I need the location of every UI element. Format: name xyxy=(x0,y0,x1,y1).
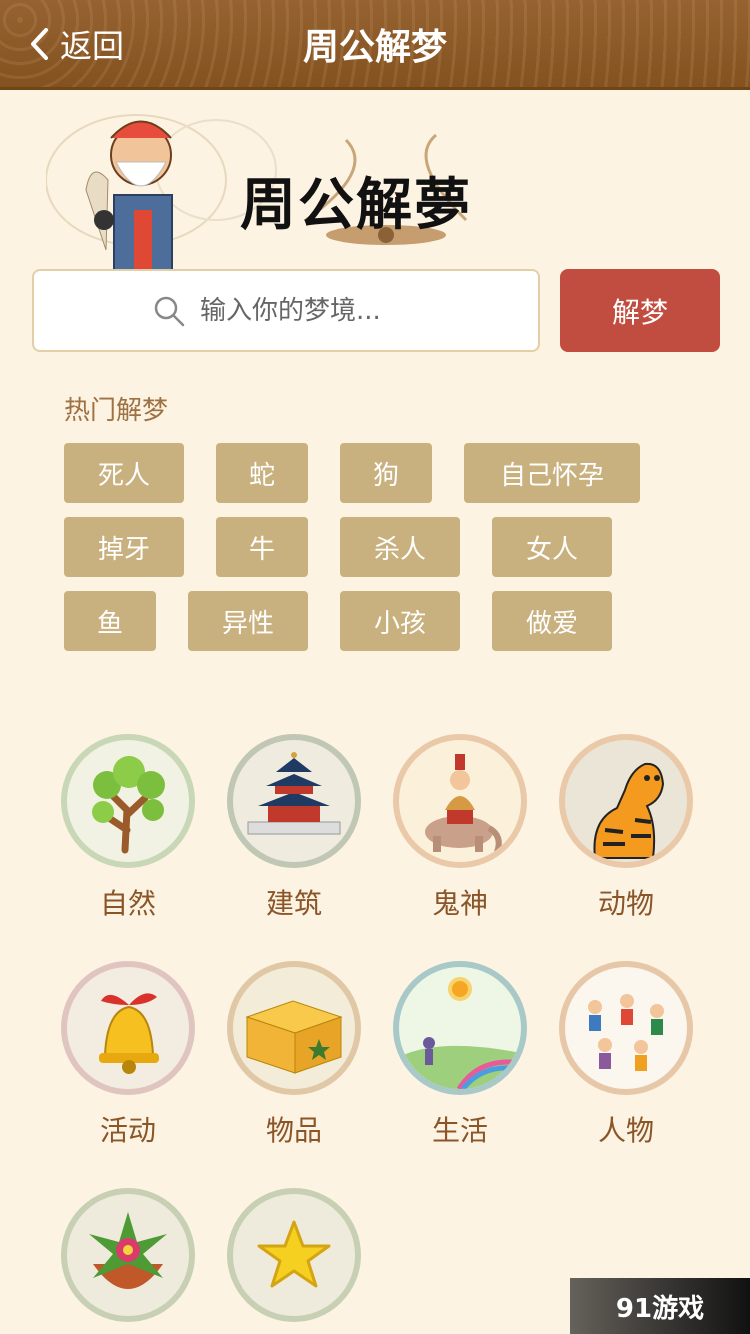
category-label: 人物 xyxy=(597,1114,654,1147)
category-deities[interactable]: 鬼神 xyxy=(393,734,527,934)
category-other[interactable] xyxy=(227,1188,361,1334)
category-people[interactable]: 人物 xyxy=(559,961,693,1161)
category-label: 生活 xyxy=(431,1114,488,1147)
tree-icon xyxy=(92,756,165,854)
hot-tag[interactable]: 异性 xyxy=(188,591,308,651)
watermark-logo: 91游戏 xyxy=(570,1278,750,1334)
back-button[interactable]: 返回 xyxy=(28,20,124,68)
nav-bar: 返回 周公解梦 xyxy=(0,0,750,90)
hot-tag[interactable]: 自己怀孕 xyxy=(464,443,640,503)
star-icon xyxy=(257,1220,331,1288)
people-icon xyxy=(588,994,664,1071)
hot-tag[interactable]: 蛇 xyxy=(216,443,308,503)
hot-tag[interactable]: 小孩 xyxy=(340,591,460,651)
category-label: 动物 xyxy=(597,887,654,920)
logo-text: 周公解夢 xyxy=(240,172,472,238)
hot-tag[interactable]: 死人 xyxy=(64,443,184,503)
hot-tag[interactable]: 掉牙 xyxy=(64,517,184,577)
hot-tag[interactable]: 杀人 xyxy=(340,517,460,577)
category-architecture[interactable]: 建筑 xyxy=(227,734,361,934)
sunny-landscape-icon xyxy=(399,977,521,1089)
hot-tag[interactable]: 狗 xyxy=(340,443,432,503)
deity-elephant-icon xyxy=(425,754,502,854)
hot-dreams-title: 热门解梦 xyxy=(64,396,169,426)
back-label: 返回 xyxy=(60,27,125,65)
category-activities[interactable]: 活动 xyxy=(61,961,195,1161)
category-label: 建筑 xyxy=(265,887,322,920)
tiger-icon xyxy=(593,762,665,859)
temple-icon xyxy=(247,752,341,835)
category-label: 鬼神 xyxy=(431,887,488,920)
category-nature[interactable]: 自然 xyxy=(61,734,195,934)
category-label: 自然 xyxy=(99,887,156,920)
category-animals[interactable]: 动物 xyxy=(559,734,693,934)
package-icon xyxy=(245,1000,343,1074)
flower-pot-icon xyxy=(89,1212,167,1289)
category-plants[interactable] xyxy=(61,1188,195,1334)
hot-tag[interactable]: 牛 xyxy=(216,517,308,577)
hot-tag[interactable]: 女人 xyxy=(492,517,612,577)
bell-icon xyxy=(99,993,159,1074)
category-label: 物品 xyxy=(265,1114,322,1147)
category-label: 活动 xyxy=(99,1114,156,1147)
hot-tag[interactable]: 鱼 xyxy=(64,591,156,651)
search-icon xyxy=(154,296,185,326)
category-items[interactable]: 物品 xyxy=(227,961,361,1161)
category-life[interactable]: 生活 xyxy=(393,961,527,1161)
hot-tag[interactable]: 做爱 xyxy=(492,591,612,651)
interpret-button[interactable]: 解梦 xyxy=(560,269,720,352)
search-input[interactable] xyxy=(200,295,420,326)
search-box[interactable] xyxy=(32,269,540,352)
chevron-left-icon xyxy=(31,28,48,60)
